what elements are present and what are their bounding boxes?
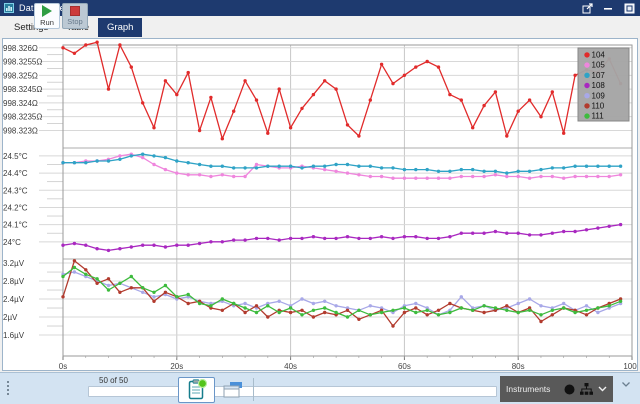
svg-text:109: 109	[592, 91, 606, 100]
svg-text:24.2°C: 24.2°C	[3, 203, 28, 212]
new-window-button[interactable]	[217, 377, 249, 403]
svg-text:107: 107	[592, 71, 606, 80]
popout-icon[interactable]	[581, 2, 594, 15]
legend[interactable]: 104105107108109 110111	[578, 48, 629, 121]
tabbar: Settings Table Graph	[0, 16, 640, 37]
progress-bar	[88, 386, 497, 397]
tab-graph[interactable]: Graph	[98, 18, 142, 37]
app-icon	[4, 3, 14, 13]
svg-text:24.3°C: 24.3°C	[3, 186, 28, 195]
series-108	[61, 223, 622, 252]
svg-text:2.4µV: 2.4µV	[3, 295, 25, 304]
play-icon	[42, 5, 52, 17]
svg-text:104: 104	[592, 51, 606, 60]
svg-text:998.323Ω: 998.323Ω	[3, 126, 38, 135]
instrument-count-icon	[564, 384, 575, 395]
stop-icon	[70, 6, 80, 16]
svg-text:998.3245Ω: 998.3245Ω	[3, 85, 42, 94]
clipboard-badge-icon	[187, 379, 207, 401]
svg-text:998.324Ω: 998.324Ω	[3, 99, 38, 108]
topology-icon	[580, 383, 593, 395]
graph-panel: 998.326Ω 998.3255Ω 998.325Ω 998.3245Ω 998.32…	[2, 38, 638, 371]
progress-label: 50 of 50	[99, 376, 128, 385]
svg-text:80s: 80s	[512, 362, 525, 370]
new-window-icon	[222, 381, 244, 399]
svg-text:100s: 100s	[623, 362, 637, 370]
svg-text:998.325Ω: 998.325Ω	[3, 71, 38, 80]
stop-button-label: Stop	[67, 17, 82, 26]
stop-button[interactable]: Stop	[62, 3, 88, 29]
grip-handle[interactable]	[7, 381, 10, 395]
series-111	[61, 266, 622, 319]
svg-text:24.1°C: 24.1°C	[3, 221, 28, 230]
svg-text:998.3235Ω: 998.3235Ω	[3, 113, 42, 122]
instruments-button[interactable]: Instruments	[500, 376, 613, 402]
svg-text:24.5°C: 24.5°C	[3, 152, 28, 161]
svg-text:2.8µV: 2.8µV	[3, 277, 25, 286]
svg-text:24°C: 24°C	[3, 238, 21, 247]
dock-chevron-down-icon[interactable]	[621, 381, 631, 388]
datalogger-window: DataLogger-1 Settings Table Graph	[0, 0, 640, 404]
minimize-icon[interactable]	[602, 2, 615, 15]
svg-text:1.6µV: 1.6µV	[3, 331, 25, 340]
svg-text:108: 108	[592, 81, 606, 90]
svg-text:110: 110	[592, 102, 605, 111]
y-axis-labels: 998.326Ω 998.3255Ω 998.325Ω 998.3245Ω 998.32…	[3, 44, 42, 340]
svg-text:111: 111	[592, 112, 605, 121]
log-to-clipboard-button[interactable]	[178, 377, 215, 403]
svg-text:998.3255Ω: 998.3255Ω	[3, 58, 42, 67]
svg-text:0s: 0s	[59, 362, 67, 370]
instruments-label: Instruments	[506, 384, 559, 394]
svg-text:105: 105	[592, 61, 606, 70]
maximize-icon[interactable]	[623, 2, 636, 15]
svg-text:998.326Ω: 998.326Ω	[3, 44, 38, 53]
svg-text:3.2µV: 3.2µV	[3, 259, 25, 268]
titlebar: DataLogger-1	[0, 0, 640, 16]
svg-text:2µV: 2µV	[3, 313, 18, 322]
chevron-down-icon	[598, 386, 607, 392]
svg-text:60s: 60s	[398, 362, 411, 370]
run-button[interactable]: Run	[34, 3, 60, 29]
graph-canvas: 998.326Ω 998.3255Ω 998.325Ω 998.3245Ω 998.32…	[3, 39, 637, 370]
toolbar-separator	[253, 378, 254, 401]
svg-text:40s: 40s	[284, 362, 297, 370]
run-button-label: Run	[40, 18, 54, 27]
svg-text:20s: 20s	[170, 362, 183, 370]
series-109	[61, 270, 622, 316]
series-105	[61, 153, 622, 180]
x-axis-labels: 0s 20s 40s 60s 80s 100s	[59, 362, 637, 370]
svg-text:24.4°C: 24.4°C	[3, 169, 28, 178]
series-104	[61, 41, 622, 141]
